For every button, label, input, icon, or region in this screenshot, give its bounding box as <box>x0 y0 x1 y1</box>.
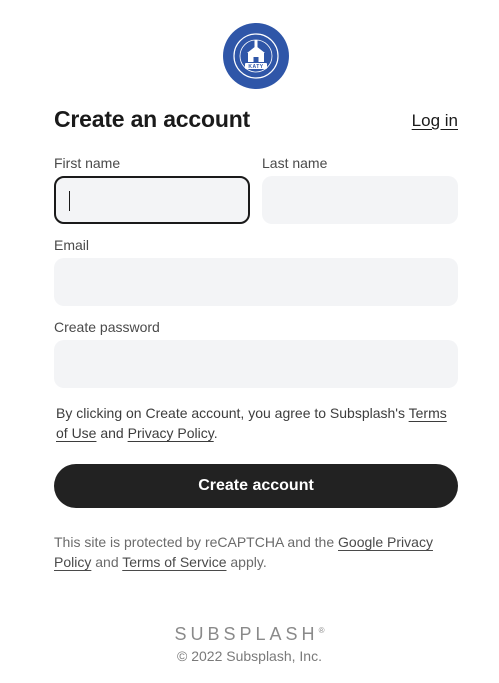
recaptcha-suffix: apply. <box>226 554 267 570</box>
page-title: Create an account <box>54 106 250 132</box>
first-name-input[interactable] <box>54 176 250 224</box>
terms-and: and <box>96 425 128 441</box>
recaptcha-and: and <box>91 554 123 570</box>
create-account-button[interactable]: Create account <box>54 464 458 508</box>
email-label: Email <box>54 237 90 253</box>
last-name-input[interactable] <box>262 176 458 224</box>
terms-prefix: By clicking on Create account, you agree… <box>56 405 409 421</box>
trademark-symbol: ® <box>318 626 325 635</box>
copyright: © 2022 Subsplash, Inc. <box>177 648 322 664</box>
login-link[interactable]: Log in <box>412 111 458 131</box>
terms-of-service-link[interactable]: Terms of Service <box>122 554 226 570</box>
subsplash-logo: SUBSPLASH® <box>0 624 499 645</box>
recaptcha-prefix: This site is protected by reCAPTCHA and … <box>54 534 339 550</box>
privacy-policy-link[interactable]: Privacy Policy <box>128 425 214 441</box>
church-seal-icon <box>233 33 279 79</box>
logo-word: KATY <box>248 64 264 70</box>
church-logo: KATY <box>223 23 289 89</box>
terms-notice: By clicking on Create account, you agree… <box>56 403 456 443</box>
recaptcha-notice: This site is protected by reCAPTCHA and … <box>54 532 458 572</box>
brand-wordmark: SUBSPLASH <box>174 624 319 644</box>
terms-suffix: . <box>213 425 218 441</box>
password-input[interactable] <box>54 340 458 388</box>
first-name-label: First name <box>54 155 121 171</box>
text-caret <box>69 191 70 211</box>
email-input[interactable] <box>54 258 458 306</box>
password-label: Create password <box>54 319 160 335</box>
last-name-label: Last name <box>262 155 328 171</box>
